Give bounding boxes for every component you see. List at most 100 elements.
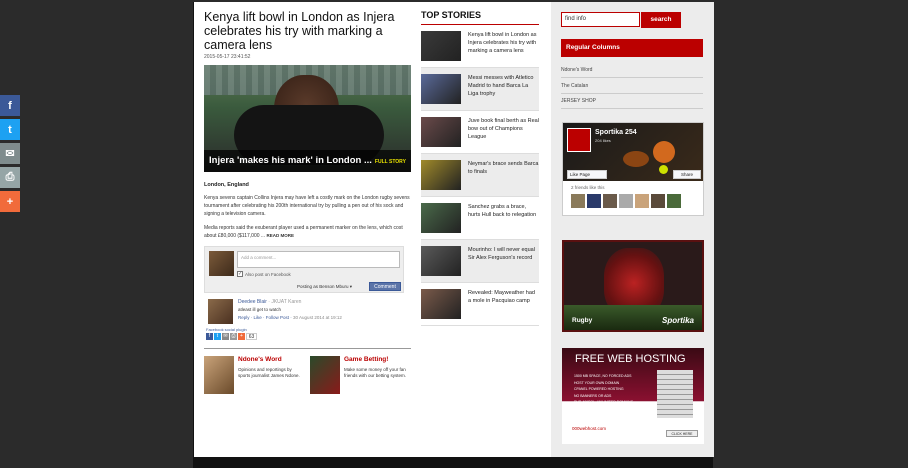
friend-avatar[interactable] [619,194,633,208]
fb-page-name[interactable]: Sportika 254 [595,129,637,136]
facebook-icon[interactable]: f [206,333,213,340]
facebook-page-widget: Sportika 254 204 likes Like Page Share 2… [562,122,704,216]
promo-betting-image[interactable] [310,356,340,394]
hero-caption[interactable]: Injera 'makes his mark' in London ... FUL… [204,150,411,172]
also-post-label: Also post on Facebook [245,271,291,277]
story-item[interactable]: Neymar's brace sends Barca to finals [421,154,539,197]
comment-button[interactable]: Comment [369,282,401,291]
sportika-logo[interactable] [567,128,591,152]
twitter-icon[interactable]: t [214,333,221,340]
right-sidebar: find info search Regular Columns Ndone's… [551,2,714,457]
story-item[interactable]: Messi messes with Atletico Madrid to han… [421,68,539,111]
search-input[interactable]: find info [561,12,640,27]
comment-actions: Reply · Like · Follow Post · 30 August 2… [238,315,342,320]
checkbox-icon[interactable]: ✓ [237,271,243,277]
article-paragraph-2-text: Media reports said the exuberant player … [204,225,403,239]
also-post-facebook[interactable]: ✓ Also post on Facebook [237,271,291,277]
share-icons-row: f t ✉ ⎙ + 63 [206,333,412,340]
top-stories: TOP STORIES Kenya lift bowl in London as… [421,10,539,326]
hero-caption-text: Injera 'makes his mark' in London ... [209,155,372,166]
ad-features: 1500 MB SPACE, NO FORCED ADS HOST YOUR O… [574,373,637,412]
story-thumbnail[interactable] [421,160,461,190]
bottom-bar [193,457,713,468]
friend-avatar[interactable] [603,194,617,208]
regular-columns-heading: Regular Columns [561,39,703,57]
ad-feature: POP3 EMAIL WITH WEBMAIL ACCESS [574,406,637,411]
posting-as[interactable]: Posting as Benson Mburu ▾ [297,284,352,290]
friend-avatar[interactable] [571,194,585,208]
story-thumbnail[interactable] [421,117,461,147]
sidebar-link-jersey-shop[interactable]: JERSEY SHOP [561,98,703,109]
top-stories-heading: TOP STORIES [421,10,539,25]
search-button[interactable]: search [641,12,681,28]
web-hosting-ad[interactable]: FREE WEB HOSTING 1500 MB SPACE, NO FORCE… [562,348,704,444]
story-thumbnail[interactable] [421,203,461,233]
sidebar-link-ndone[interactable]: Ndone's Word [561,67,703,78]
posting-as-label: Posting as Benson Mburu [297,284,349,289]
story-thumbnail[interactable] [421,246,461,276]
story-item[interactable]: Sanchez grabs a brace, hurts Hull back t… [421,197,539,240]
facebook-plugin-label[interactable]: Facebook social plugin [206,327,412,332]
like-page-button[interactable]: Like Page [567,170,607,179]
comment-text: atleast ill get to watch [238,307,282,312]
ad-logo: 000webhost.com [572,426,607,431]
story-item[interactable]: Kenya lift bowl in London as Injera cele… [421,25,539,68]
click-here-button[interactable]: CLICK HERE [666,430,698,437]
email-icon[interactable]: ✉ [222,333,229,340]
share-button[interactable]: Share [673,170,701,179]
article-headline[interactable]: Kenya lift bowl in London as Injera cele… [204,10,412,52]
like-link[interactable]: Like [254,315,262,320]
more-share-icon[interactable]: + [0,191,20,212]
tennis-ball-icon [659,165,668,174]
full-story-link[interactable]: FULL STORY [375,159,406,165]
promo-title[interactable]: Game Betting! [344,356,408,363]
hero-image[interactable]: Injera 'makes his mark' in London ... FUL… [204,65,411,172]
share-count: 63 [246,333,257,340]
promo-betting[interactable]: Game Betting! Make some money off your fa… [310,356,408,394]
story-title[interactable]: Mourinho: I will never equal Sir Alex Fe… [468,246,539,276]
story-thumbnail[interactable] [421,31,461,61]
print-icon[interactable]: ⎙ [230,333,237,340]
promo-title[interactable]: Ndone's Word [238,356,302,363]
story-title[interactable]: Messi messes with Atletico Madrid to han… [468,74,539,104]
commenter-name[interactable]: Deedee Blair · JKUAT Karen [238,299,301,305]
friend-avatar[interactable] [651,194,665,208]
commenter-avatar[interactable] [208,299,233,324]
avatar [209,251,234,276]
reply-link[interactable]: Reply [238,315,250,320]
chevron-down-icon: ▾ [349,284,353,289]
story-item[interactable]: Mourinho: I will never equal Sir Alex Fe… [421,240,539,283]
promo-desc: Opinions and reportings by sports journa… [238,367,300,378]
story-item[interactable]: Revealed: Mayweather had a mole in Pacqu… [421,283,539,326]
friend-avatar[interactable] [635,194,649,208]
friend-avatar[interactable] [667,194,681,208]
story-thumbnail[interactable] [421,74,461,104]
promo-ndone[interactable]: Ndone's Word Opinions and reportings by s… [204,356,302,394]
rugby-ad-banner[interactable]: Rugby Sportika [562,240,704,332]
read-more-link[interactable]: READ MORE [266,233,294,238]
commenter-name-text: Deedee Blair [238,299,267,305]
promo-desc: Make some money off your fan friends wit… [344,367,407,378]
facebook-share-icon[interactable]: f [0,95,20,116]
email-share-icon[interactable]: ✉ [0,143,20,164]
story-title[interactable]: Sanchez grabs a brace, hurts Hull back t… [468,203,539,233]
story-thumbnail[interactable] [421,289,461,319]
comment-input[interactable]: Add a comment... [237,251,400,268]
friend-avatar[interactable] [587,194,601,208]
follow-post-link[interactable]: Follow Post [266,315,289,320]
facebook-cover-image[interactable]: Sportika 254 204 likes Like Page Share [563,123,703,181]
friends-like-text: 2 friends like this [571,185,605,190]
sportika-brand: Sportika [661,316,694,325]
plus-icon[interactable]: + [238,333,245,340]
story-item[interactable]: Juve book final berth as Real bow out of… [421,111,539,154]
twitter-share-icon[interactable]: t [0,119,20,140]
story-title[interactable]: Neymar's brace sends Barca to finals [468,160,539,190]
rugby-label: Rugby [572,317,593,324]
story-title[interactable]: Kenya lift bowl in London as Injera cele… [468,31,539,61]
story-title[interactable]: Juve book final berth as Real bow out of… [468,117,539,147]
print-share-icon[interactable]: ⎙ [0,167,20,188]
sidebar-link-catalan[interactable]: The Catalan [561,83,703,94]
story-title[interactable]: Revealed: Mayweather had a mole in Pacqu… [468,289,539,319]
friend-faces [571,194,681,208]
promo-ndone-image[interactable] [204,356,234,394]
